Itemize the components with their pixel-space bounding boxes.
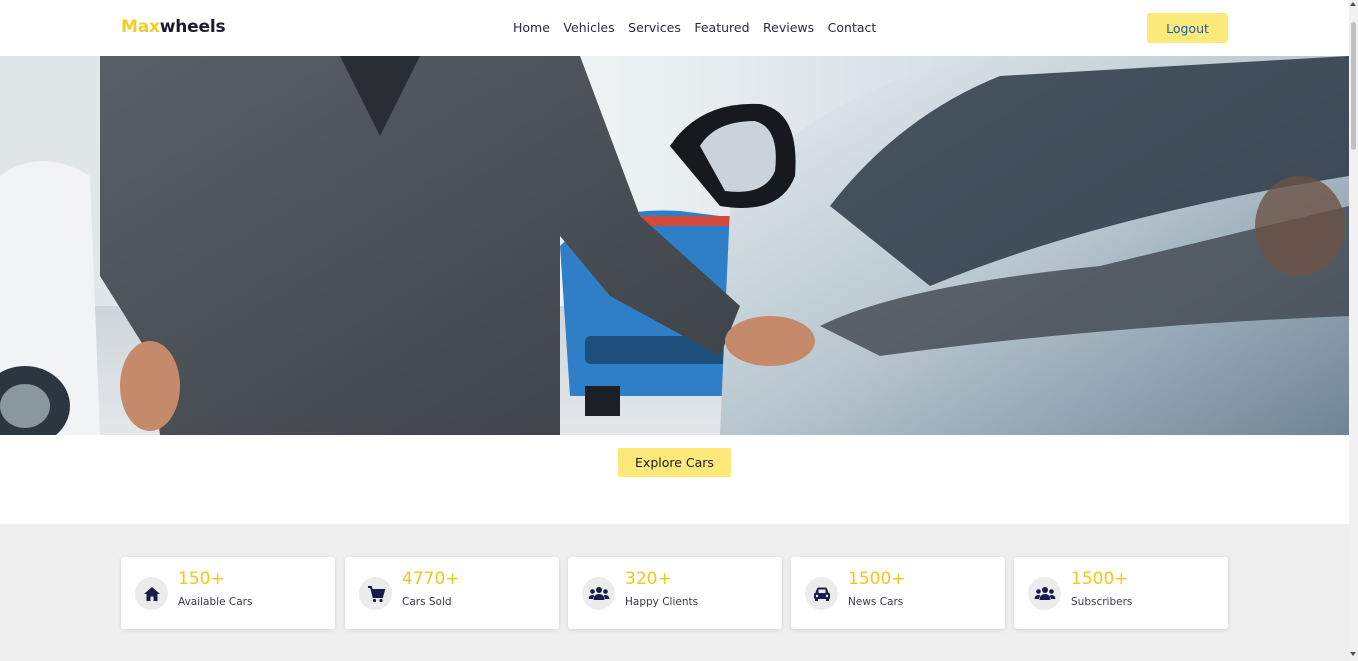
car-icon [805, 577, 838, 610]
stat-label: News Cars [848, 596, 904, 608]
hero-photo-illustration [0, 56, 1349, 435]
logo-rest: wheels [159, 17, 226, 37]
logout-button[interactable]: Logout [1147, 13, 1228, 43]
stat-label: Cars Sold [402, 596, 452, 608]
stat-value: 1500+ [1071, 569, 1129, 589]
page-scrollbar[interactable] [1349, 0, 1358, 661]
main-nav: Home Vehicles Services Featured Reviews … [513, 20, 890, 35]
scroll-up-icon[interactable] [1350, 2, 1356, 6]
users-icon [1028, 577, 1061, 610]
stat-label: Available Cars [178, 596, 253, 608]
hero-image [0, 56, 1349, 435]
brand-logo[interactable]: Maxwheels [121, 17, 226, 37]
scrollbar-thumb[interactable] [1351, 22, 1356, 150]
stat-card-cars-sold: 4770+ Cars Sold [345, 557, 559, 629]
nav-contact[interactable]: Contact [828, 20, 877, 35]
stat-card-happy-clients: 320+ Happy Clients [568, 557, 782, 629]
stat-card-subscribers: 1500+ Subscribers [1014, 557, 1228, 629]
stat-card-news-cars: 1500+ News Cars [791, 557, 1005, 629]
users-icon [582, 577, 615, 610]
stat-label: Subscribers [1071, 596, 1133, 608]
logo-accent: Max [121, 17, 160, 37]
stat-value: 4770+ [402, 569, 460, 589]
site-header: Maxwheels Home Vehicles Services Feature… [0, 0, 1349, 56]
nav-services[interactable]: Services [628, 20, 681, 35]
stat-card-available-cars: 150+ Available Cars [121, 557, 335, 629]
nav-featured[interactable]: Featured [694, 20, 749, 35]
stat-value: 1500+ [848, 569, 906, 589]
nav-reviews[interactable]: Reviews [763, 20, 814, 35]
home-icon [135, 577, 168, 610]
stat-value: 320+ [625, 569, 672, 589]
nav-home[interactable]: Home [513, 20, 550, 35]
cart-icon [359, 577, 392, 610]
page: Maxwheels Home Vehicles Services Feature… [0, 0, 1349, 661]
explore-cars-button[interactable]: Explore Cars [618, 448, 731, 477]
stat-value: 150+ [178, 569, 225, 589]
nav-vehicles[interactable]: Vehicles [563, 20, 614, 35]
scroll-down-icon[interactable] [1350, 652, 1356, 656]
stat-label: Happy Clients [625, 596, 699, 608]
